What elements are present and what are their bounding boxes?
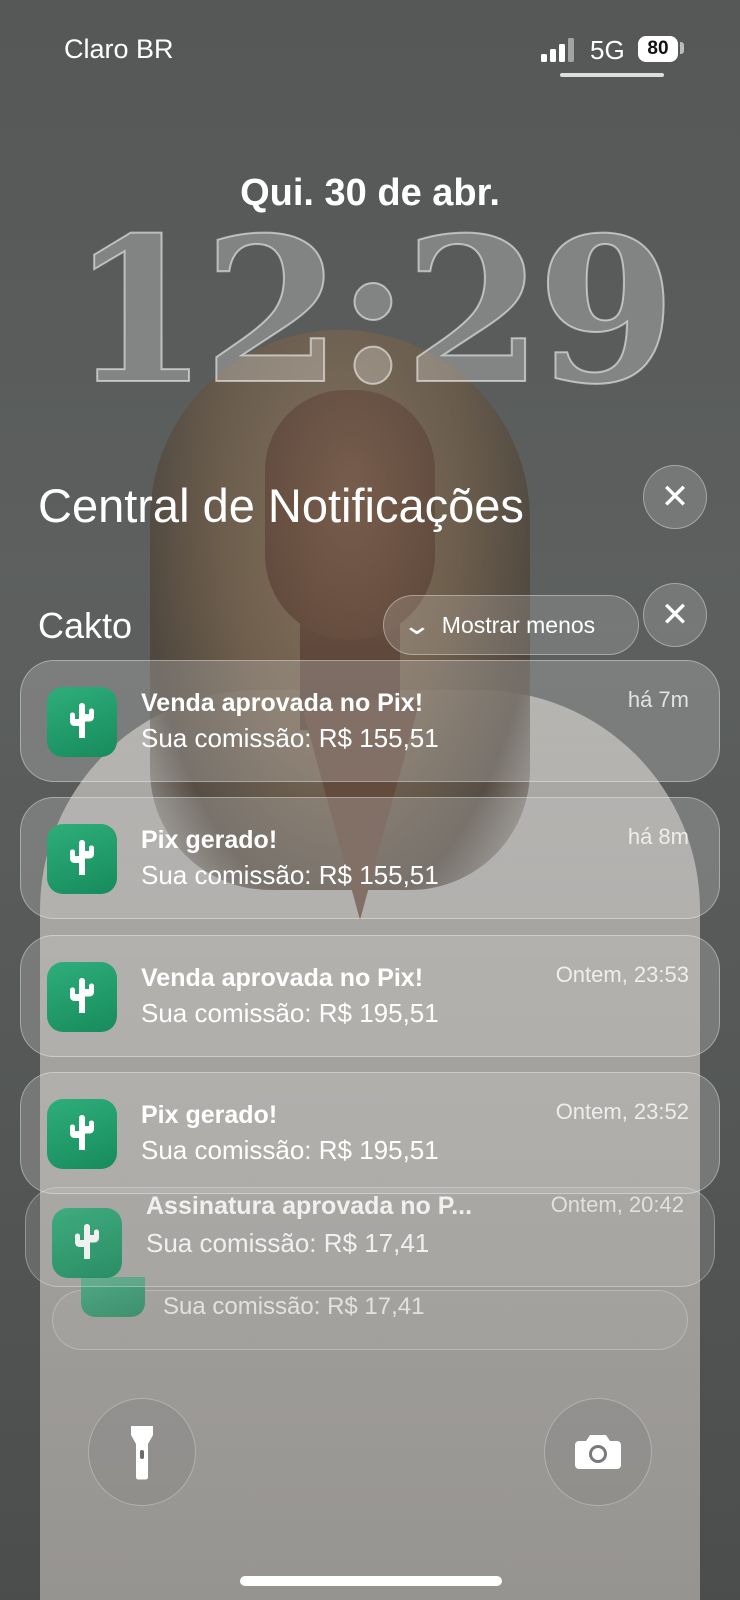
network-type: 5G — [590, 35, 625, 65]
cactus-icon — [70, 840, 94, 875]
notification-time: Ontem, 23:53 — [555, 962, 689, 987]
group-app-name: Cakto — [38, 605, 133, 646]
flashlight-button[interactable] — [88, 1398, 196, 1506]
show-less-label: Mostrar menos — [441, 611, 596, 638]
cakto-app-icon — [47, 687, 117, 757]
chevron-down-icon: ⌄ — [401, 609, 433, 640]
home-indicator[interactable] — [240, 1576, 502, 1586]
battery-tip — [680, 42, 684, 54]
lock-clock: 12:29 — [69, 194, 677, 429]
status-bar: Claro BR 5G 80 — [0, 0, 740, 100]
notification-body: Sua comissão: R$ 155,51 — [141, 723, 439, 753]
cactus-icon — [70, 703, 94, 738]
notification-title: Venda aprovada no Pix! — [141, 689, 424, 717]
notification-center-title: Central de Notificações — [38, 479, 524, 532]
clear-group-button[interactable]: ✕ — [643, 583, 707, 647]
cellular-signal-icon — [541, 38, 575, 62]
notification-title: Pix gerado! — [141, 826, 278, 854]
close-icon: ✕ — [660, 596, 690, 634]
clear-all-button[interactable]: ✕ — [643, 465, 707, 529]
notification-body: Sua comissão: R$ 195,51 — [141, 998, 439, 1028]
camera-icon — [575, 1435, 621, 1469]
cakto-app-icon — [52, 1208, 122, 1278]
notification-title: Assinatura aprovada no P... — [146, 1192, 473, 1220]
battery-level: 80 — [647, 38, 669, 59]
cakto-app-icon — [47, 1099, 117, 1169]
cakto-app-icon — [47, 824, 117, 894]
cakto-app-icon — [47, 962, 117, 1032]
notification-body: Sua comissão: R$ 17,41 — [146, 1228, 430, 1258]
notification-time: Ontem, 20:42 — [550, 1192, 684, 1217]
notification-body: Sua comissão: R$ 17,41 — [163, 1293, 425, 1320]
carrier-name: Claro BR — [64, 34, 174, 64]
notification-card[interactable]: Venda aprovada no Pix! Sua comissão: R$ … — [20, 935, 720, 1057]
notification-body: Sua comissão: R$ 155,51 — [141, 860, 439, 890]
stacked-notification-card[interactable]: Sua comissão: R$ 17,41 — [52, 1277, 688, 1350]
notification-time: há 7m — [627, 687, 689, 712]
close-icon: ✕ — [660, 478, 690, 516]
notification-time: há 8m — [627, 824, 689, 849]
stacked-notification-card[interactable]: Assinatura aprovada no P... Sua comissão… — [25, 1187, 715, 1287]
notification-body: Sua comissão: R$ 195,51 — [141, 1135, 439, 1165]
notification-title: Pix gerado! — [141, 1101, 278, 1129]
battery-icon: 80 — [638, 36, 678, 62]
cactus-icon — [70, 978, 94, 1013]
cactus-icon — [70, 1115, 94, 1150]
notification-time: Ontem, 23:52 — [555, 1099, 689, 1124]
notification-card[interactable]: Venda aprovada no Pix! Sua comissão: R$ … — [20, 660, 720, 782]
notification-title: Venda aprovada no Pix! — [141, 964, 424, 992]
cactus-icon — [75, 1224, 99, 1259]
status-indicator-line — [560, 73, 664, 77]
notification-card[interactable]: Pix gerado! Sua comissão: R$ 155,51 há 8… — [20, 797, 720, 919]
notification-card[interactable]: Pix gerado! Sua comissão: R$ 195,51 Onte… — [20, 1072, 720, 1194]
show-less-button[interactable]: ⌄ Mostrar menos — [383, 595, 639, 655]
flashlight-icon — [131, 1426, 153, 1480]
camera-button[interactable] — [544, 1398, 652, 1506]
